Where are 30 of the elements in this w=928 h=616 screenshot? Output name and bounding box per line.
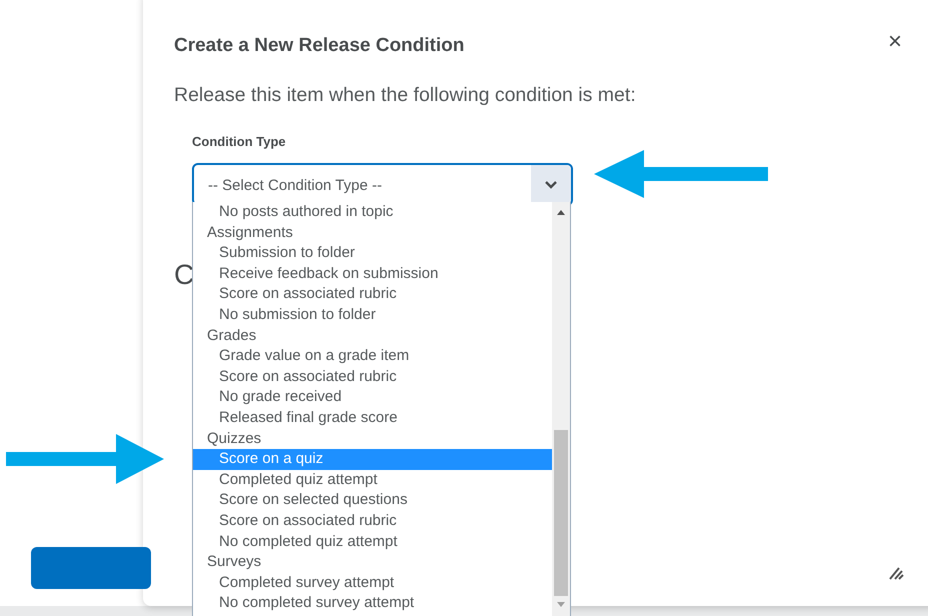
field-label: Condition Type [192, 132, 286, 151]
dropdown-option[interactable]: Score on associated rubric [193, 510, 552, 532]
dropdown-option[interactable]: No completed survey attempt [193, 593, 552, 614]
caret-icon [544, 180, 558, 190]
option-group-label: Quizzes [206, 428, 262, 449]
dropdown-option[interactable]: No grade received [193, 387, 552, 408]
instruction-text: Release this item when the following condition is met: [174, 82, 636, 108]
resize-handle-icon[interactable] [888, 566, 904, 580]
scrollbar-thumb[interactable] [554, 430, 568, 596]
dropdown-option[interactable]: Score on selected questions [193, 490, 552, 511]
close-button[interactable]: × [888, 30, 902, 54]
scrollbar[interactable] [552, 202, 570, 616]
dropdown-option[interactable]: No submission to folder [193, 304, 552, 326]
dropdown-option[interactable]: Grade value on a grade item [193, 346, 552, 367]
dropdown-option[interactable]: Completed quiz attempt [193, 470, 552, 490]
dropdown-option[interactable]: Receive feedback on submission [193, 264, 552, 284]
dropdown-option[interactable]: Submission to folder [193, 243, 552, 264]
option-group-label: Assignments [206, 222, 294, 243]
option-group-label: Surveys [206, 552, 262, 572]
arrow-icon [594, 150, 770, 198]
section-heading: C [174, 258, 194, 292]
dropdown-option[interactable]: No completed quiz attempt [193, 532, 552, 552]
dropdown-option[interactable]: Completed survey attempt [193, 572, 552, 594]
dropdown-option[interactable]: Released final grade score [193, 408, 552, 429]
dropdown-option[interactable]: Score on associated rubric [193, 366, 552, 388]
dropdown-option[interactable]: Score on associated rubric [193, 284, 552, 305]
scroll-up-icon[interactable] [557, 210, 565, 215]
arrow-icon [6, 434, 164, 484]
dialog-title: Create a New Release Condition [174, 34, 464, 58]
option-group-label: Grades [206, 326, 258, 346]
